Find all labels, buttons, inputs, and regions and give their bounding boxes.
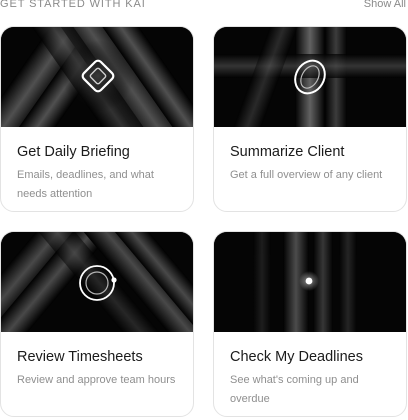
card-title: Summarize Client [230, 144, 345, 160]
card-review-timesheets[interactable]: Review Timesheets Review and approve tea… [0, 231, 194, 417]
card-description: Emails, deadlines, and what needs attent… [17, 169, 154, 200]
card-description: Review and approve team hours [17, 374, 176, 386]
card-artwork [1, 232, 193, 332]
card-title: Check My Deadlines [230, 349, 363, 365]
card-title: Review Timesheets [17, 349, 143, 365]
card-description: Get a full overview of any client [230, 169, 383, 181]
card-check-my-deadlines[interactable]: Check My Deadlines See what's coming up … [213, 231, 407, 417]
card-summarize-client[interactable]: Summarize Client Get a full overview of … [213, 26, 407, 212]
card-artwork [214, 232, 406, 332]
card-artwork [1, 27, 193, 127]
card-artwork [214, 27, 406, 127]
dot-icon [299, 271, 319, 291]
section-title: GET STARTED WITH KAI [0, 0, 146, 10]
section-header: GET STARTED WITH KAI Show All [0, 0, 408, 14]
card-get-daily-briefing[interactable]: Get Daily Briefing Emails, deadlines, an… [0, 26, 194, 212]
show-all-link[interactable]: Show All [364, 0, 406, 10]
card-title: Get Daily Briefing [17, 144, 130, 160]
card-description: See what's coming up and overdue [230, 374, 359, 405]
